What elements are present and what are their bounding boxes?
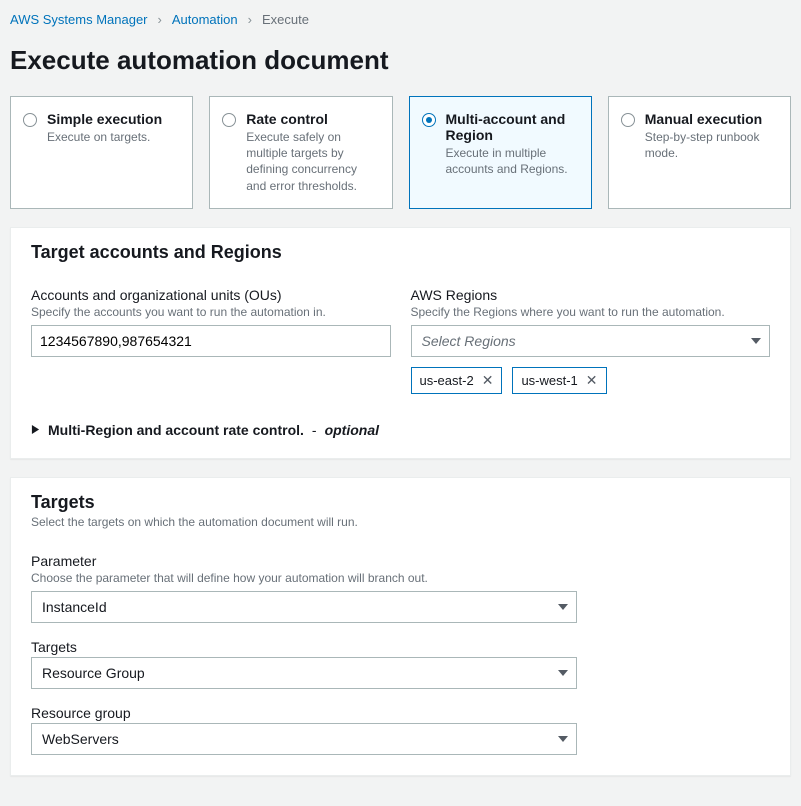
parameter-select[interactable]: InstanceId <box>31 591 577 623</box>
targets-value: Resource Group <box>42 665 145 681</box>
tile-desc: Execute on targets. <box>47 129 178 145</box>
radio-icon <box>222 113 236 127</box>
close-icon[interactable]: ✕ <box>586 372 598 389</box>
region-tag-label: us-west-1 <box>521 373 577 388</box>
caret-down-icon <box>558 668 568 678</box>
parameter-desc: Choose the parameter that will define ho… <box>31 571 770 585</box>
tile-title: Multi-account and Region <box>446 111 577 143</box>
resource-group-value: WebServers <box>42 731 119 747</box>
accounts-label: Accounts and organizational units (OUs) <box>31 287 391 303</box>
tile-manual-execution[interactable]: Manual execution Step-by-step runbook mo… <box>608 96 791 209</box>
page-title: Execute automation document <box>10 45 791 76</box>
region-tag: us-west-1 ✕ <box>512 367 606 394</box>
tile-multi-account-region[interactable]: Multi-account and Region Execute in mult… <box>409 96 592 209</box>
region-tags: us-east-2 ✕ us-west-1 ✕ <box>411 367 771 394</box>
expander-optional: optional <box>325 422 379 438</box>
expander-label: Multi-Region and account rate control. <box>48 422 304 438</box>
targets-select[interactable]: Resource Group <box>31 657 577 689</box>
region-tag-label: us-east-2 <box>420 373 474 388</box>
rate-control-expander[interactable]: Multi-Region and account rate control. -… <box>31 422 770 438</box>
caret-down-icon <box>558 734 568 744</box>
chevron-right-icon: › <box>158 12 162 27</box>
resource-group-label: Resource group <box>31 705 770 721</box>
regions-placeholder: Select Regions <box>422 333 516 349</box>
regions-select[interactable]: Select Regions <box>411 325 771 357</box>
triangle-right-icon <box>31 425 40 434</box>
expander-dash: - <box>312 422 317 438</box>
panel-target-accounts-regions: Target accounts and Regions Accounts and… <box>10 227 791 459</box>
regions-desc: Specify the Regions where you want to ru… <box>411 305 771 319</box>
close-icon[interactable]: ✕ <box>482 372 494 389</box>
caret-down-icon <box>751 336 761 346</box>
radio-icon <box>621 113 635 127</box>
parameter-value: InstanceId <box>42 599 107 615</box>
tile-title: Simple execution <box>47 111 178 127</box>
chevron-right-icon: › <box>248 12 252 27</box>
radio-icon <box>23 113 37 127</box>
panel-title: Target accounts and Regions <box>31 242 770 263</box>
breadcrumb-automation[interactable]: Automation <box>172 12 238 27</box>
panel-targets: Targets Select the targets on which the … <box>10 477 791 776</box>
panel-title: Targets <box>31 492 770 513</box>
tile-rate-control[interactable]: Rate control Execute safely on multiple … <box>209 96 392 209</box>
tile-title: Manual execution <box>645 111 776 127</box>
accounts-input[interactable] <box>31 325 391 357</box>
tile-title: Rate control <box>246 111 377 127</box>
region-tag: us-east-2 ✕ <box>411 367 503 394</box>
panel-subtitle: Select the targets on which the automati… <box>31 515 770 529</box>
execution-mode-tiles: Simple execution Execute on targets. Rat… <box>10 96 791 209</box>
tile-desc: Step-by-step runbook mode. <box>645 129 776 161</box>
tile-desc: Execute in multiple accounts and Regions… <box>446 145 577 177</box>
regions-label: AWS Regions <box>411 287 771 303</box>
tile-simple-execution[interactable]: Simple execution Execute on targets. <box>10 96 193 209</box>
radio-icon <box>422 113 436 127</box>
tile-desc: Execute safely on multiple targets by de… <box>246 129 377 194</box>
parameter-label: Parameter <box>31 553 770 569</box>
caret-down-icon <box>558 602 568 612</box>
targets-label: Targets <box>31 639 770 655</box>
breadcrumb-current: Execute <box>262 12 309 27</box>
breadcrumb: AWS Systems Manager › Automation › Execu… <box>10 12 791 27</box>
breadcrumb-root[interactable]: AWS Systems Manager <box>10 12 148 27</box>
accounts-desc: Specify the accounts you want to run the… <box>31 305 391 319</box>
resource-group-select[interactable]: WebServers <box>31 723 577 755</box>
